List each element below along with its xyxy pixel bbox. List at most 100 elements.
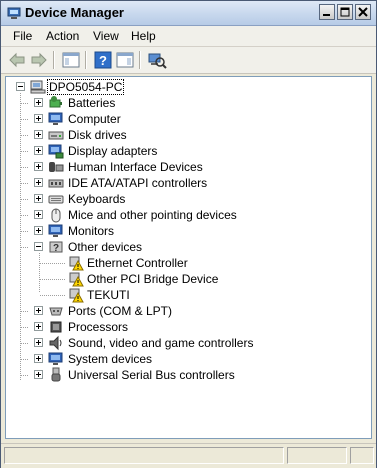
tree-item-label: IDE ATA/ATAPI controllers [68, 176, 208, 190]
expand-toggle[interactable] [34, 210, 43, 219]
menu-help[interactable]: Help [131, 29, 156, 43]
tree-guide-line [40, 295, 66, 296]
close-icon [358, 7, 368, 17]
svg-text:?: ? [53, 243, 59, 254]
tree-item-label: Disk drives [68, 128, 127, 142]
tree-guide-line [21, 183, 29, 184]
console-tree-icon[interactable] [61, 50, 81, 70]
collapse-toggle[interactable] [16, 82, 25, 91]
expand-toggle[interactable] [34, 370, 43, 379]
tree-item-label: Ports (COM & LPT) [68, 304, 173, 318]
display-adapter-icon [48, 144, 64, 159]
plus-icon [36, 372, 41, 377]
tree-guide-line [21, 231, 29, 232]
toolbar-separator [85, 51, 87, 69]
unknown-device-warning-icon [69, 288, 84, 303]
tree-item-label: Mice and other pointing devices [68, 208, 237, 222]
tree-item-label: Human Interface Devices [68, 160, 203, 174]
scan-hardware-icon[interactable] [147, 50, 167, 70]
plus-icon [36, 340, 41, 345]
toolbar: ? [1, 47, 376, 74]
svg-text:?: ? [99, 53, 107, 68]
expand-toggle[interactable] [34, 178, 43, 187]
back-arrow-icon[interactable] [7, 50, 27, 70]
tree-guide-line [21, 119, 29, 120]
minus-icon [18, 86, 23, 87]
tree-item-label: Ethernet Controller [87, 256, 188, 270]
device-tree[interactable]: DPO5054-PC Batteries Computer Disk drive… [5, 76, 372, 439]
tree-item-label: Sound, video and game controllers [68, 336, 254, 350]
tree-item-label: Display adapters [68, 144, 158, 158]
collapse-toggle[interactable] [34, 242, 43, 251]
close-button[interactable] [355, 4, 371, 20]
toolbar-separator [53, 51, 55, 69]
computer-icon [30, 80, 46, 94]
plus-icon [36, 132, 41, 137]
forward-arrow-icon[interactable] [29, 50, 49, 70]
plus-icon [36, 180, 41, 185]
speaker-icon [49, 335, 62, 351]
tree-guide-line [21, 247, 29, 248]
maximize-button[interactable] [337, 4, 353, 20]
usb-icon [51, 367, 61, 382]
disk-drive-icon [48, 131, 64, 140]
tree-item-label: Keyboards [68, 192, 126, 206]
tree-guide-line [21, 311, 29, 312]
action-pane-icon[interactable] [115, 50, 135, 70]
plus-icon [36, 116, 41, 121]
tree-guide-line [21, 215, 29, 216]
expand-toggle[interactable] [34, 306, 43, 315]
minus-icon [36, 246, 41, 247]
expand-toggle[interactable] [34, 98, 43, 107]
monitor-icon [48, 224, 63, 237]
expand-toggle[interactable] [34, 194, 43, 203]
tree-guide-line [40, 279, 66, 280]
tree-guide-line [39, 253, 40, 293]
menu-file[interactable]: File [13, 29, 32, 43]
menu-action[interactable]: Action [46, 29, 79, 43]
maximize-icon [340, 7, 350, 17]
expand-toggle[interactable] [34, 354, 43, 363]
tree-guide-line [21, 103, 29, 104]
minimize-icon [323, 14, 330, 16]
help-icon[interactable]: ? [93, 50, 113, 70]
expand-toggle[interactable] [34, 130, 43, 139]
tree-guide-line [40, 263, 66, 264]
status-pane [4, 447, 284, 464]
expand-toggle[interactable] [34, 226, 43, 235]
plus-icon [36, 228, 41, 233]
minimize-button[interactable] [319, 4, 335, 20]
tree-item-label: Other devices [68, 240, 143, 254]
tree-item-label: Computer [68, 112, 121, 126]
system-devices-icon [48, 352, 63, 365]
tree-item-label: Batteries [68, 96, 116, 110]
tree-guide-line [21, 327, 29, 328]
ide-controller-icon [48, 179, 64, 188]
status-pane [287, 447, 347, 464]
expand-toggle[interactable] [34, 146, 43, 155]
tree-guide-line [21, 343, 29, 344]
device-manager-icon [7, 7, 21, 19]
port-icon [49, 307, 63, 316]
menu-bar: File Action View Help [1, 26, 376, 47]
title-bar[interactable]: Device Manager [1, 1, 376, 26]
tree-guide-line [21, 199, 29, 200]
expand-toggle[interactable] [34, 322, 43, 331]
tree-guide-line [20, 93, 21, 381]
plus-icon [36, 100, 41, 105]
status-pane [350, 447, 374, 464]
tree-guide-line [21, 135, 29, 136]
expand-toggle[interactable] [34, 162, 43, 171]
hid-icon [49, 162, 64, 172]
tree-root-label[interactable]: DPO5054-PC [46, 79, 125, 95]
menu-view[interactable]: View [93, 29, 119, 43]
expand-toggle[interactable] [34, 114, 43, 123]
plus-icon [36, 308, 41, 313]
plus-icon [36, 324, 41, 329]
status-bar [1, 443, 376, 468]
expand-toggle[interactable] [34, 338, 43, 347]
window-title: Device Manager [25, 5, 124, 20]
unknown-device-warning-icon [69, 272, 84, 287]
plus-icon [36, 196, 41, 201]
tree-guide-line [21, 167, 29, 168]
